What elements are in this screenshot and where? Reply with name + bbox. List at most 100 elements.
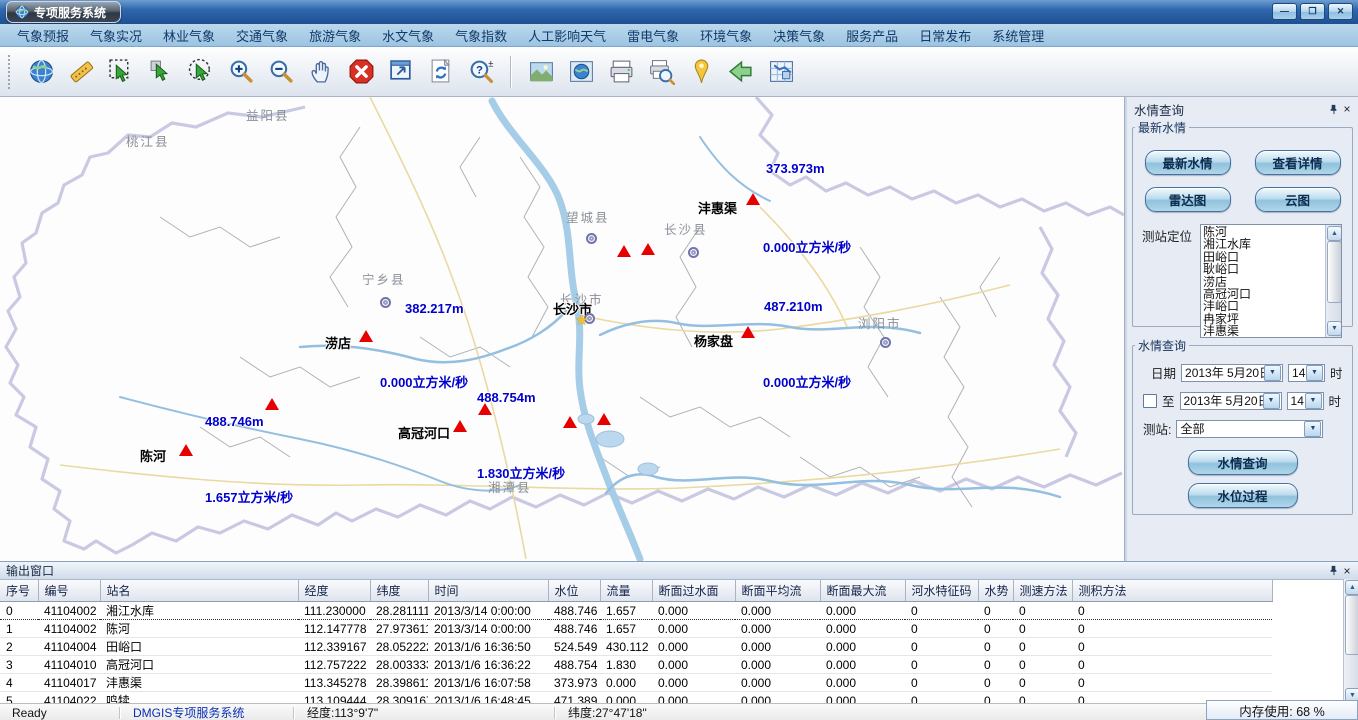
menu-item-4[interactable]: 旅游气象 bbox=[309, 26, 361, 45]
location-pin-icon[interactable] bbox=[687, 58, 715, 86]
menu-item-3[interactable]: 交通气象 bbox=[236, 26, 288, 45]
table-scrollbar[interactable]: ▲ ▼ bbox=[1343, 579, 1358, 704]
pin-icon[interactable] bbox=[1326, 564, 1340, 578]
table-row[interactable]: 141104002陈河112.14777827.9736112013/3/14 … bbox=[0, 620, 1272, 638]
menu-item-1[interactable]: 气象实况 bbox=[90, 26, 142, 45]
zoom-in-icon[interactable] bbox=[227, 58, 255, 86]
view-details-button[interactable]: 查看详情 bbox=[1255, 150, 1341, 175]
hour-select[interactable]: 14▼ bbox=[1288, 364, 1325, 382]
table-cell: 0.000 bbox=[820, 638, 905, 656]
hour2-select[interactable]: 14▼ bbox=[1287, 392, 1324, 410]
zoom-out-icon[interactable] bbox=[267, 58, 295, 86]
identify-icon[interactable]: ?± bbox=[467, 58, 495, 86]
table-cell: 0 bbox=[905, 656, 978, 674]
scroll-thumb[interactable] bbox=[1345, 595, 1358, 655]
menu-item-7[interactable]: 人工影响天气 bbox=[528, 26, 606, 45]
stop-icon[interactable] bbox=[347, 58, 375, 86]
menu-item-5[interactable]: 水文气象 bbox=[382, 26, 434, 45]
select-box-icon[interactable] bbox=[107, 58, 135, 86]
pan-hand-icon[interactable] bbox=[307, 58, 335, 86]
table-cell: 373.973 bbox=[548, 674, 600, 692]
listbox-scrollbar[interactable]: ▲ ▼ bbox=[1325, 225, 1341, 337]
water-query-button[interactable]: 水情查询 bbox=[1188, 450, 1298, 475]
back-arrow-icon[interactable] bbox=[727, 58, 755, 86]
table-cell: 41104004 bbox=[38, 638, 100, 656]
select-arrow-icon[interactable] bbox=[147, 58, 175, 86]
station-listbox[interactable]: 陈河湘江水库田峪口耿峪口涝店高冠河口沣峪口冉家坪沣惠渠 ▲ ▼ bbox=[1200, 224, 1342, 338]
to-date-checkbox[interactable] bbox=[1143, 394, 1157, 408]
toolbar-grip[interactable] bbox=[8, 55, 13, 89]
table-cell: 4 bbox=[0, 674, 38, 692]
table-cell: 28.398611 bbox=[370, 674, 428, 692]
chevron-down-icon[interactable]: ▼ bbox=[1304, 421, 1321, 437]
station-marker-triangle[interactable] bbox=[453, 420, 467, 432]
menu-item-2[interactable]: 林业气象 bbox=[163, 26, 215, 45]
scroll-up-icon[interactable]: ▲ bbox=[1327, 226, 1342, 241]
menu-item-9[interactable]: 环境气象 bbox=[700, 26, 752, 45]
menu-item-10[interactable]: 决策气象 bbox=[773, 26, 825, 45]
pin-icon[interactable] bbox=[1326, 102, 1340, 116]
table-cell: 0.000 bbox=[820, 602, 905, 620]
globe-icon[interactable] bbox=[27, 58, 55, 86]
print-preview-icon[interactable] bbox=[647, 58, 675, 86]
date-select[interactable]: 2013年 5月20日▼ bbox=[1181, 364, 1283, 382]
measure-icon[interactable] bbox=[67, 58, 95, 86]
station-marker-triangle[interactable] bbox=[617, 245, 631, 257]
globe-view-icon[interactable] bbox=[567, 58, 595, 86]
column-header: 水位 bbox=[548, 580, 600, 602]
chevron-down-icon[interactable]: ▼ bbox=[1264, 365, 1281, 381]
station-marker-triangle[interactable] bbox=[746, 193, 760, 205]
menu-item-11[interactable]: 服务产品 bbox=[846, 26, 898, 45]
chevron-down-icon[interactable]: ▼ bbox=[1306, 365, 1323, 381]
scroll-up-icon[interactable]: ▲ bbox=[1345, 580, 1358, 595]
radar-chart-button[interactable]: 雷达图 bbox=[1145, 187, 1231, 212]
image-icon[interactable] bbox=[527, 58, 555, 86]
chevron-down-icon[interactable]: ▼ bbox=[1305, 393, 1322, 409]
table-row[interactable]: 041104002湘江水库111.23000028.2811112013/3/1… bbox=[0, 602, 1272, 620]
panel-close-icon[interactable]: × bbox=[1340, 102, 1354, 116]
water-reading-label: 0.000立方米/秒 bbox=[763, 237, 851, 256]
station-marker-triangle[interactable] bbox=[359, 330, 373, 342]
column-header: 河水特征码 bbox=[905, 580, 978, 602]
latest-water-button[interactable]: 最新水情 bbox=[1145, 150, 1231, 175]
table-cell: 0 bbox=[905, 674, 978, 692]
station-marker-triangle[interactable] bbox=[563, 416, 577, 428]
map-canvas[interactable]: 益阳县桃江县宁乡县望城县长沙县长沙市浏阳市湘潭县沣惠渠涝店高冠河口陈河杨家盘长沙… bbox=[0, 97, 1125, 561]
water-level-process-button[interactable]: 水位过程 bbox=[1188, 483, 1298, 508]
table-cell: 0 bbox=[1013, 638, 1072, 656]
close-button[interactable]: ✕ bbox=[1328, 3, 1353, 20]
table-cell: 0.000 bbox=[600, 674, 652, 692]
station-marker-triangle[interactable] bbox=[597, 413, 611, 425]
overview-map-icon[interactable] bbox=[767, 58, 795, 86]
restore-button[interactable]: ❐ bbox=[1300, 3, 1325, 20]
list-item[interactable]: 湘江水库 bbox=[1203, 238, 1324, 250]
list-item[interactable]: 耿峪口 bbox=[1203, 263, 1324, 275]
scroll-down-icon[interactable]: ▼ bbox=[1327, 321, 1342, 336]
list-item[interactable]: 沣惠渠 bbox=[1203, 325, 1324, 337]
chevron-down-icon[interactable]: ▼ bbox=[1263, 393, 1280, 409]
cloud-image-button[interactable]: 云图 bbox=[1255, 187, 1341, 212]
scroll-thumb[interactable] bbox=[1327, 241, 1342, 303]
station-marker-triangle[interactable] bbox=[478, 403, 492, 415]
date2-select[interactable]: 2013年 5月20日▼ bbox=[1180, 392, 1282, 410]
refresh-icon[interactable] bbox=[427, 58, 455, 86]
station-marker-triangle[interactable] bbox=[265, 398, 279, 410]
station-select[interactable]: 全部▼ bbox=[1176, 420, 1323, 438]
select-circle-icon[interactable] bbox=[187, 58, 215, 86]
print-icon[interactable] bbox=[607, 58, 635, 86]
station-marker-triangle[interactable] bbox=[641, 243, 655, 255]
list-item[interactable]: 沣峪口 bbox=[1203, 300, 1324, 312]
menu-item-13[interactable]: 系统管理 bbox=[992, 26, 1044, 45]
minimize-button[interactable]: — bbox=[1272, 3, 1297, 20]
menu-item-8[interactable]: 雷电气象 bbox=[627, 26, 679, 45]
table-row[interactable]: 441104017沣惠渠113.34527828.3986112013/1/6 … bbox=[0, 674, 1272, 692]
window-resize-icon[interactable] bbox=[387, 58, 415, 86]
menu-item-0[interactable]: 气象预报 bbox=[17, 26, 69, 45]
table-row[interactable]: 341104010高冠河口112.75722228.0033332013/1/6… bbox=[0, 656, 1272, 674]
output-close-icon[interactable]: × bbox=[1340, 564, 1354, 578]
station-marker-triangle[interactable] bbox=[741, 326, 755, 338]
station-marker-triangle[interactable] bbox=[179, 444, 193, 456]
menu-item-12[interactable]: 日常发布 bbox=[919, 26, 971, 45]
menu-item-6[interactable]: 气象指数 bbox=[455, 26, 507, 45]
table-row[interactable]: 241104004田峪口112.33916728.0522222013/1/6 … bbox=[0, 638, 1272, 656]
